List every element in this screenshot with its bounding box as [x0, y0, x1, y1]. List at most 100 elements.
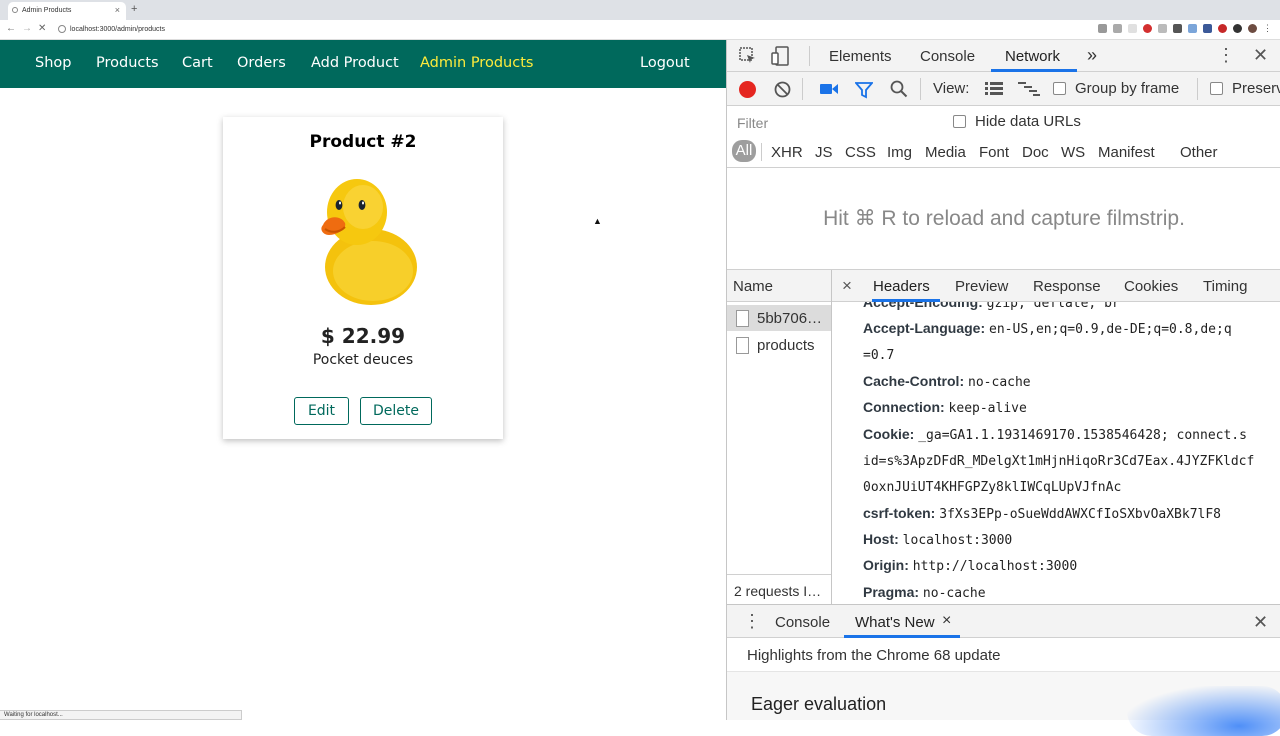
search-icon[interactable]: [890, 80, 908, 98]
url-text: localhost:3000/admin/products: [70, 26, 165, 33]
delete-button[interactable]: Delete: [360, 397, 432, 425]
extension-icon[interactable]: [1188, 24, 1197, 33]
extension-icon[interactable]: [1158, 24, 1167, 33]
loading-icon: [12, 7, 18, 13]
extension-icon[interactable]: [1203, 24, 1212, 33]
close-devtools-icon[interactable]: ✕: [1253, 45, 1268, 66]
close-drawer-icon[interactable]: ✕: [1253, 612, 1268, 633]
extension-icon[interactable]: [1218, 24, 1227, 33]
drawer-tab-whats-new[interactable]: What's New: [855, 614, 935, 631]
type-filter-css[interactable]: CSS: [845, 144, 876, 161]
toolbar-divider: [920, 78, 921, 100]
tab-headers[interactable]: Headers: [873, 278, 930, 295]
extension-icons: ⋮: [1098, 24, 1272, 33]
tab-cookies[interactable]: Cookies: [1124, 278, 1178, 295]
header-row: Origin: http://localhost:3000: [863, 552, 1278, 580]
nav-link-orders[interactable]: Orders: [237, 55, 286, 71]
header-key: Pragma:: [863, 584, 920, 600]
nav-link-shop[interactable]: Shop: [35, 55, 71, 71]
header-row: 0oxnJUiUT4KHFGPZy8klIWCqLUpVJfnAc: [863, 473, 1278, 501]
inspect-element-icon[interactable]: [739, 47, 757, 65]
devtools-panel: Elements Console Network » ⋮ ✕ View: Gro…: [726, 40, 1280, 736]
edit-button[interactable]: Edit: [294, 397, 349, 425]
feature-illustration: [1127, 686, 1280, 736]
tab-elements[interactable]: Elements: [829, 48, 892, 65]
main-navigation: Shop Products Cart Orders Add Product Ad…: [0, 40, 726, 88]
tab-network[interactable]: Network: [1005, 48, 1060, 65]
hide-data-urls-checkbox[interactable]: [953, 115, 966, 128]
header-row: Pragma: no-cache: [863, 579, 1278, 604]
toolbar-divider: [1197, 78, 1198, 100]
tab-response[interactable]: Response: [1033, 278, 1101, 295]
type-filter-xhr[interactable]: XHR: [771, 144, 803, 161]
browser-toolbar: ← → ✕ localhost:3000/admin/products ⋮: [0, 20, 1280, 40]
large-rows-icon[interactable]: [985, 82, 1003, 96]
back-arrow-icon[interactable]: ←: [6, 23, 16, 34]
devtools-menu-icon[interactable]: ⋮: [1217, 45, 1235, 66]
forward-arrow-icon[interactable]: →: [22, 23, 32, 34]
nav-link-products[interactable]: Products: [96, 55, 159, 71]
filter-icon[interactable]: [855, 81, 873, 99]
bookmark-star-icon[interactable]: [1113, 24, 1122, 33]
close-details-icon[interactable]: ×: [842, 276, 852, 296]
clear-icon[interactable]: [774, 81, 791, 98]
nav-link-logout[interactable]: Logout: [640, 55, 690, 71]
header-value: gzip, deflate, br: [986, 302, 1120, 311]
address-bar[interactable]: localhost:3000/admin/products: [56, 23, 1096, 37]
drawer-menu-icon[interactable]: ⋮: [743, 611, 761, 632]
header-key: Accept-Language:: [863, 320, 986, 336]
type-filter-font[interactable]: Font: [979, 144, 1009, 161]
toolbar-divider: [761, 143, 762, 161]
type-filter-img[interactable]: Img: [887, 144, 912, 161]
nav-link-cart[interactable]: Cart: [182, 55, 213, 71]
request-name: products: [757, 337, 815, 354]
header-value: no-cache: [922, 586, 986, 601]
type-filter-all[interactable]: All: [732, 140, 756, 162]
header-value: =0.7: [863, 348, 895, 363]
header-value: keep-alive: [948, 401, 1027, 416]
extension-icon[interactable]: [1173, 24, 1182, 33]
header-key: Connection:: [863, 399, 945, 415]
type-filter-other[interactable]: Other: [1180, 144, 1218, 161]
site-info-icon[interactable]: [58, 25, 66, 33]
nav-link-add-product[interactable]: Add Product: [311, 55, 399, 71]
type-filter-js[interactable]: JS: [815, 144, 833, 161]
whats-new-heading: Highlights from the Chrome 68 update: [727, 638, 1280, 672]
tab-console[interactable]: Console: [920, 48, 975, 65]
screenshot-video-icon[interactable]: [819, 82, 839, 96]
tab-preview[interactable]: Preview: [955, 278, 1008, 295]
type-filter-manifest[interactable]: Manifest: [1098, 144, 1155, 161]
header-row: Accept-Language: en-US,en;q=0.9,de-DE;q=…: [863, 315, 1278, 343]
tab-timing[interactable]: Timing: [1203, 278, 1247, 295]
drawer-tab-console[interactable]: Console: [775, 614, 830, 631]
type-filter-ws[interactable]: WS: [1061, 144, 1085, 161]
request-row[interactable]: products: [727, 332, 831, 358]
extension-icon[interactable]: [1233, 24, 1242, 33]
extension-icon[interactable]: [1128, 24, 1137, 33]
drawer-tab-bar: ⋮ Console What's New × ✕: [727, 604, 1280, 638]
zoom-icon[interactable]: [1098, 24, 1107, 33]
waterfall-overview-icon[interactable]: [1018, 82, 1040, 96]
file-icon: [736, 337, 749, 354]
opera-extension-icon[interactable]: [1143, 24, 1152, 33]
record-icon[interactable]: [739, 81, 756, 98]
group-by-frame-checkbox[interactable]: [1053, 82, 1066, 95]
filter-input[interactable]: Filter: [731, 111, 937, 133]
close-whats-new-icon[interactable]: ×: [942, 612, 951, 630]
browser-menu-icon[interactable]: ⋮: [1263, 24, 1272, 33]
profile-avatar[interactable]: [1248, 24, 1257, 33]
stop-loading-icon[interactable]: ✕: [38, 23, 46, 34]
more-tabs-icon[interactable]: »: [1087, 45, 1097, 66]
header-key: Cache-Control:: [863, 373, 965, 389]
preserve-log-checkbox[interactable]: [1210, 82, 1223, 95]
tab-close-icon[interactable]: ×: [115, 5, 120, 15]
browser-tab[interactable]: Admin Products ×: [8, 2, 126, 20]
request-row[interactable]: 5bb706…: [727, 305, 831, 331]
nav-link-admin-products[interactable]: Admin Products: [420, 55, 533, 71]
new-tab-button[interactable]: +: [131, 3, 137, 15]
whats-new-card[interactable]: Eager evaluation: [727, 672, 1280, 736]
type-filter-doc[interactable]: Doc: [1022, 144, 1049, 161]
type-filter-media[interactable]: Media: [925, 144, 966, 161]
name-column-header[interactable]: Name: [733, 278, 773, 295]
device-toolbar-icon[interactable]: [771, 46, 791, 66]
